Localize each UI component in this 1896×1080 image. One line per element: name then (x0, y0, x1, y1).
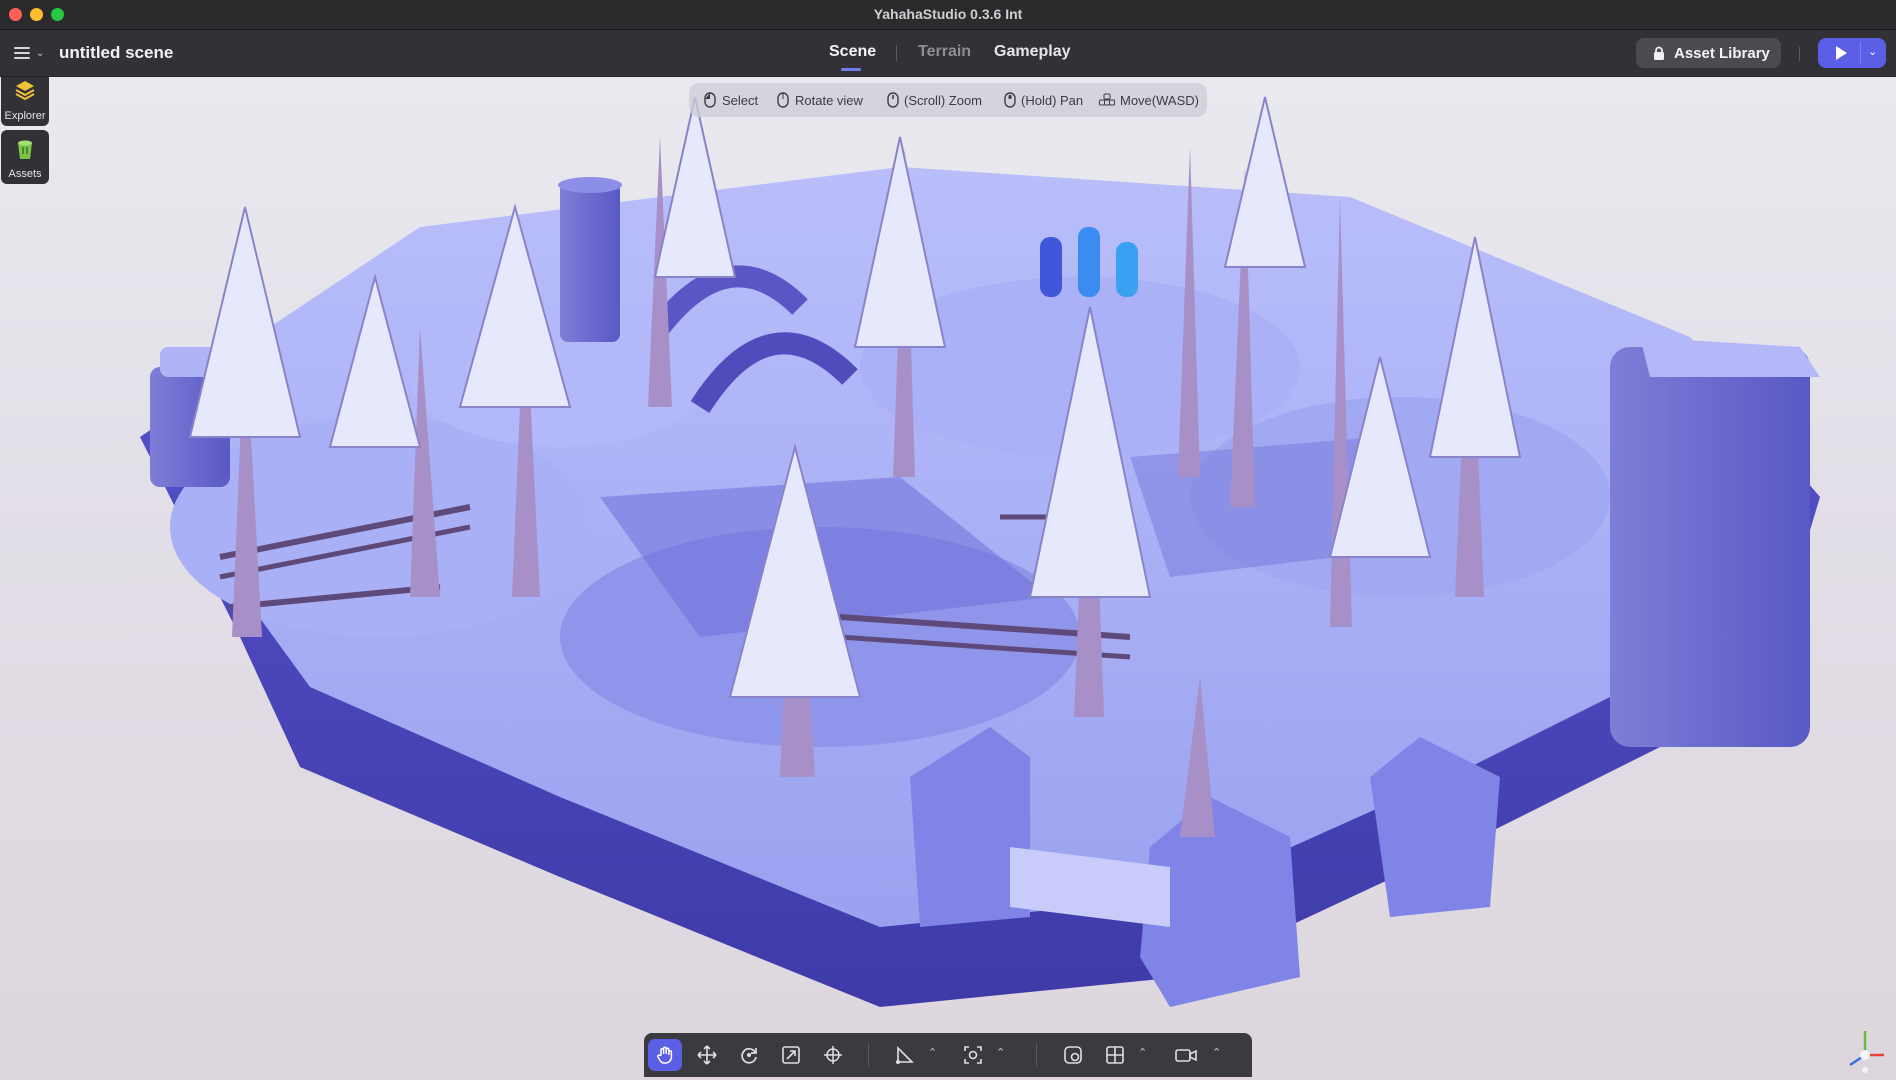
active-tab-indicator (841, 68, 861, 71)
scene-name[interactable]: untitled scene (59, 43, 173, 63)
grid-options-chevron-icon[interactable]: ⌃ (1138, 1046, 1147, 1059)
rotate-tool-button[interactable] (732, 1039, 766, 1071)
assets-label: Assets (8, 168, 42, 180)
controls-hint-bar: Select Rotate view (Scroll) Zoom (Hold) … (689, 83, 1207, 117)
toolbar-divider (1036, 1043, 1037, 1067)
hint-rotate-label: Rotate view (795, 93, 863, 108)
focus-tool-button[interactable] (956, 1039, 990, 1071)
explorer-label: Explorer (4, 110, 46, 122)
window-titlebar: YahahaStudio 0.3.6 Int (0, 0, 1896, 30)
grid-tool-button[interactable] (1098, 1039, 1132, 1071)
scene-viewport[interactable]: Explorer Assets (0, 77, 1896, 1080)
scene-render (140, 96, 1820, 1007)
hint-move-label: Move(WASD) (1120, 93, 1199, 108)
snap-icon (1064, 1046, 1082, 1064)
mouse-scroll-icon (887, 92, 899, 108)
camera-icon (1175, 1049, 1197, 1062)
snap-tool-button[interactable] (1056, 1039, 1090, 1071)
play-icon (1836, 46, 1847, 60)
focus-icon (964, 1046, 982, 1064)
hand-tool-button[interactable] (648, 1039, 682, 1071)
toolbar-divider (868, 1043, 869, 1067)
tab-gameplay[interactable]: Gameplay (994, 43, 1070, 61)
hint-select: Select (704, 92, 759, 108)
assets-panel-button[interactable]: Assets (1, 130, 49, 184)
transform-toolbar: ⌃ ⌃ ⌃ ⌃ (644, 1033, 1252, 1077)
camera-tool-button[interactable] (1168, 1039, 1202, 1071)
tab-divider (896, 45, 897, 61)
hint-select-label: Select (722, 93, 759, 108)
wasd-keys-icon (1099, 93, 1115, 106)
grid-icon (1106, 1046, 1124, 1064)
camera-options-chevron-icon[interactable]: ⌃ (1212, 1046, 1221, 1059)
menu-divider (1799, 47, 1800, 61)
lock-icon (1654, 46, 1664, 60)
orientation-gizmo-icon[interactable] (1840, 1025, 1890, 1075)
hint-zoom: (Scroll) Zoom (887, 92, 983, 108)
mouse-left-icon (704, 92, 716, 108)
asset-library-button[interactable]: Asset Library (1636, 38, 1781, 68)
play-divider (1860, 42, 1861, 64)
play-options-chevron-icon[interactable]: ⌄ (1868, 45, 1877, 58)
move-tool-button[interactable] (690, 1039, 724, 1071)
mouse-middle-icon (1004, 92, 1016, 108)
hamburger-menu-icon[interactable] (14, 47, 30, 59)
bucket-icon (18, 140, 32, 159)
scale-icon (782, 1046, 800, 1064)
transform-icon (824, 1046, 842, 1064)
hint-pan-label: (Hold) Pan (1021, 93, 1084, 108)
hint-zoom-label: (Scroll) Zoom (904, 93, 983, 108)
hint-move: Move(WASD) (1099, 93, 1199, 108)
asset-library-label: Asset Library (1674, 45, 1770, 62)
chevron-down-icon[interactable]: ⌄ (36, 48, 44, 59)
transform-tool-button[interactable] (816, 1039, 850, 1071)
mouse-right-icon (777, 92, 789, 108)
tab-terrain[interactable]: Terrain (918, 43, 971, 61)
tab-scene[interactable]: Scene (829, 43, 876, 61)
menubar: ⌄ untitled scene Scene Terrain Gameplay … (0, 30, 1896, 77)
hand-icon (657, 1046, 673, 1064)
pivot-options-chevron-icon[interactable]: ⌃ (928, 1046, 937, 1059)
explorer-panel-button[interactable]: Explorer (1, 77, 49, 126)
pivot-tool-button[interactable] (888, 1039, 922, 1071)
pivot-icon (896, 1046, 914, 1064)
rotate-icon (741, 1047, 757, 1064)
scale-tool-button[interactable] (774, 1039, 808, 1071)
window-title: YahahaStudio 0.3.6 Int (873, 6, 1023, 22)
layers-icon (15, 81, 35, 101)
move-icon (697, 1045, 717, 1065)
hint-rotate: Rotate view (777, 92, 863, 108)
play-button[interactable]: ⌄ (1818, 38, 1886, 68)
focus-options-chevron-icon[interactable]: ⌃ (996, 1046, 1005, 1059)
hint-pan: (Hold) Pan (1004, 92, 1084, 108)
